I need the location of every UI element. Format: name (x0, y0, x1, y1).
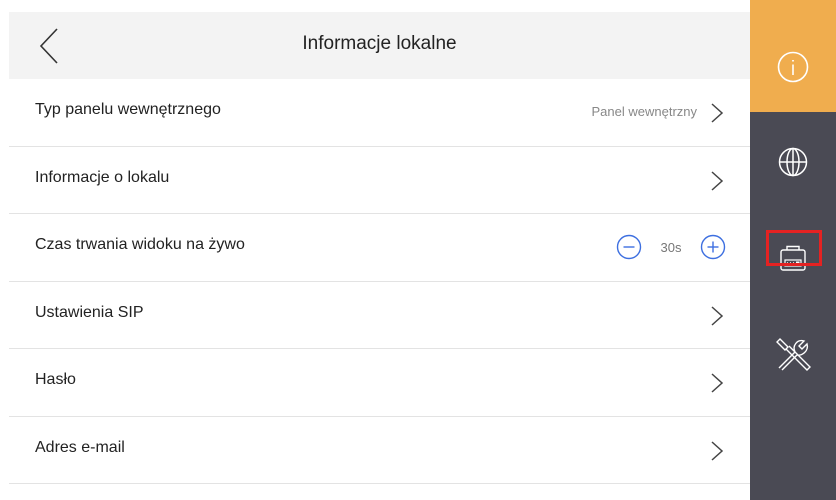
row-email[interactable]: Adres e-mail (9, 417, 750, 484)
sidebar-item-network[interactable] (750, 130, 836, 194)
row-label: Typ panelu wewnętrznego (35, 101, 221, 118)
highlight-box (766, 230, 822, 266)
row-label: Czas trwania widoku na żywo (35, 236, 245, 253)
row-sip-settings[interactable]: Ustawienia SIP (9, 282, 750, 349)
tools-icon (776, 338, 811, 371)
row-label: Adres e-mail (35, 438, 125, 456)
row-label: Hasło (35, 371, 76, 388)
duration-value: 30s (660, 239, 682, 255)
row-indoor-panel-type[interactable]: Typ panelu wewnętrznego Panel wewnętrzny (9, 79, 750, 147)
sidebar (750, 0, 836, 500)
chevron-right-icon (711, 305, 724, 326)
plus-circle-icon[interactable] (700, 234, 726, 260)
row-value: Panel wewnętrzny (591, 104, 698, 119)
sidebar-item-maintenance[interactable] (750, 322, 836, 386)
chevron-right-icon (711, 170, 724, 191)
page-title: Informacje lokalne (302, 33, 457, 54)
row-premises-info[interactable]: Informacje o lokalu (9, 147, 750, 214)
row-password[interactable]: Hasło (9, 349, 750, 417)
row-label: Ustawienia SIP (35, 303, 144, 321)
minus-circle-icon[interactable] (616, 234, 642, 260)
row-live-view-duration: Czas trwania widoku na żywo 30s (9, 214, 750, 282)
info-icon (777, 51, 809, 83)
globe-icon (778, 147, 808, 177)
settings-list: Typ panelu wewnętrznego Panel wewnętrzny… (9, 79, 750, 484)
header-bar: Informacje lokalne (9, 12, 750, 79)
duration-stepper: 30s (616, 233, 726, 261)
chevron-right-icon (711, 373, 724, 393)
chevron-right-icon (711, 103, 724, 123)
main-panel: Informacje lokalne Typ panelu wewnętrzne… (0, 0, 750, 500)
sidebar-item-info[interactable] (750, 0, 836, 112)
chevron-right-icon (711, 440, 724, 461)
row-label: Informacje o lokalu (35, 168, 170, 186)
